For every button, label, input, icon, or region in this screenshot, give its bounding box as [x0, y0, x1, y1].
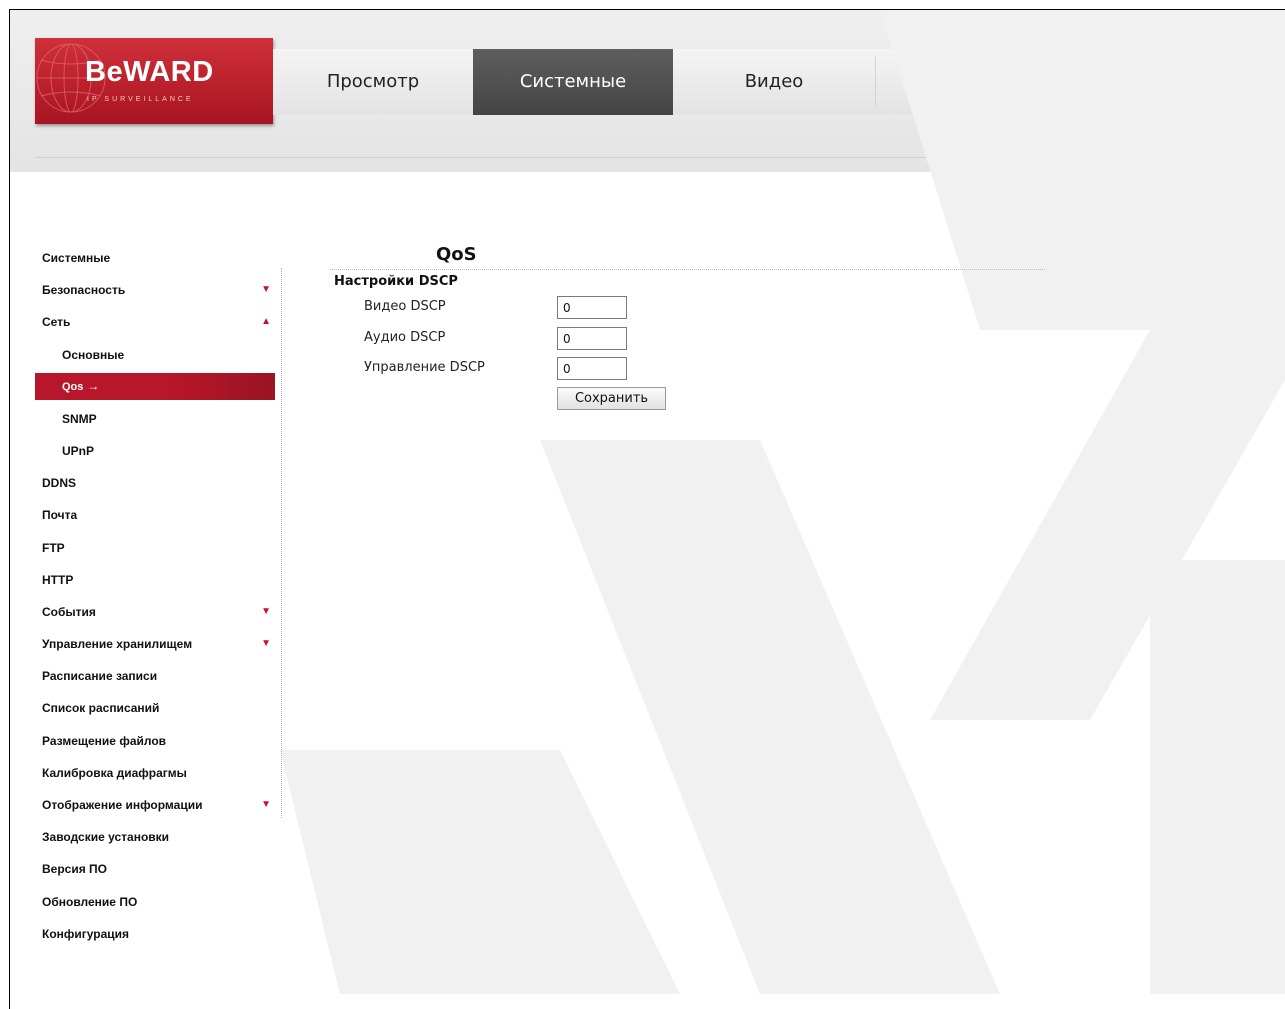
- sidebar-item-label: Заводские установки: [42, 830, 170, 845]
- sidebar-item-label: Основные: [62, 347, 125, 362]
- sidebar-item-qos[interactable]: Qos →: [35, 372, 275, 400]
- video-dscp-input[interactable]: [557, 296, 627, 319]
- sidebar-item-label: Калибровка диафрагмы: [42, 765, 187, 780]
- sidebar-item-security[interactable]: Безопасность ▼: [35, 274, 275, 306]
- sidebar-item-firmware-update[interactable]: Обновление ПО: [35, 886, 275, 918]
- sidebar-item-upnp[interactable]: UPnP: [35, 435, 275, 467]
- sidebar-item-info-display[interactable]: Отображение информации ▼: [35, 789, 275, 821]
- sidebar-item-label: UPnP: [62, 443, 95, 458]
- sidebar-item-file-placement[interactable]: Размещение файлов: [35, 725, 275, 757]
- sidebar-item-label: События: [42, 604, 96, 619]
- sidebar-item-storage[interactable]: Управление хранилищем ▼: [35, 628, 275, 660]
- sidebar-item-basic[interactable]: Основные: [35, 339, 275, 371]
- sidebar-item-network[interactable]: Сеть ▲: [35, 306, 275, 338]
- sidebar-item-label: Почта: [42, 508, 78, 523]
- sidebar-item-label: SNMP: [62, 411, 97, 426]
- arrow-right-icon: →: [87, 378, 100, 393]
- sidebar-item-ddns[interactable]: DDNS: [35, 467, 275, 499]
- sidebar-item-label: HTTP: [42, 572, 74, 587]
- triangle-down-icon[interactable]: ▼: [261, 789, 271, 821]
- sidebar-item-label: Отображение информации: [42, 798, 203, 812]
- sidebar-item-events[interactable]: События ▼: [35, 596, 275, 628]
- section-title: Настройки DSCP: [334, 274, 458, 289]
- sidebar-item-label: DDNS: [42, 476, 77, 491]
- triangle-down-icon[interactable]: ▼: [261, 596, 271, 628]
- save-button[interactable]: Сохранить: [557, 387, 666, 410]
- triangle-up-icon[interactable]: ▲: [261, 306, 271, 338]
- triangle-down-icon[interactable]: ▼: [261, 628, 271, 660]
- sidebar-item-label: Системные: [42, 251, 111, 265]
- sidebar-item-record-schedule[interactable]: Расписание записи: [35, 660, 275, 692]
- sidebar-item-label: Обновление ПО: [42, 894, 138, 909]
- sidebar-item-label: FTP: [42, 540, 65, 555]
- sidebar-item-iris-calibration[interactable]: Калибровка диафрагмы: [35, 757, 275, 789]
- sidebar-item-label: Безопасность: [42, 283, 126, 298]
- audio-dscp-input[interactable]: [557, 327, 627, 350]
- sidebar-item-label: Qos: [62, 380, 84, 393]
- sidebar-item-label: Список расписаний: [42, 701, 160, 716]
- sidebar-item-label: Сеть: [42, 315, 71, 330]
- sidebar-divider: [281, 268, 282, 818]
- sidebar-item-schedule-list[interactable]: Список расписаний: [35, 692, 275, 724]
- sidebar-item-snmp[interactable]: SNMP: [35, 403, 275, 435]
- sidebar-item-mail[interactable]: Почта: [35, 499, 275, 531]
- control-dscp-label: Управление DSCP: [364, 360, 485, 375]
- sidebar-item-firmware-version[interactable]: Версия ПО: [35, 853, 275, 885]
- page-title: QoS: [436, 244, 477, 265]
- sidebar-item-factory-defaults[interactable]: Заводские установки: [35, 821, 275, 853]
- sidebar-item-label: Управление хранилищем: [42, 637, 193, 652]
- sidebar-item-system[interactable]: Системные: [35, 242, 275, 274]
- control-dscp-input[interactable]: [557, 357, 627, 380]
- sidebar-item-label: Размещение файлов: [42, 733, 167, 748]
- sidebar-item-ftp[interactable]: FTP: [35, 532, 275, 564]
- audio-dscp-label: Аудио DSCP: [364, 330, 446, 345]
- sidebar-menu: Системные Безопасность ▼ Сеть ▲ Основные Q…: [35, 242, 275, 950]
- sidebar-item-configuration[interactable]: Конфигурация: [35, 918, 275, 950]
- sidebar-item-label: Расписание записи: [42, 669, 158, 684]
- sidebar-item-label: Конфигурация: [42, 926, 130, 941]
- sidebar-item-http[interactable]: HTTP: [35, 564, 275, 596]
- video-dscp-label: Видео DSCP: [364, 299, 446, 314]
- title-divider: [330, 269, 1045, 270]
- triangle-down-icon[interactable]: ▼: [261, 274, 271, 306]
- sidebar-item-label: Версия ПО: [42, 862, 108, 877]
